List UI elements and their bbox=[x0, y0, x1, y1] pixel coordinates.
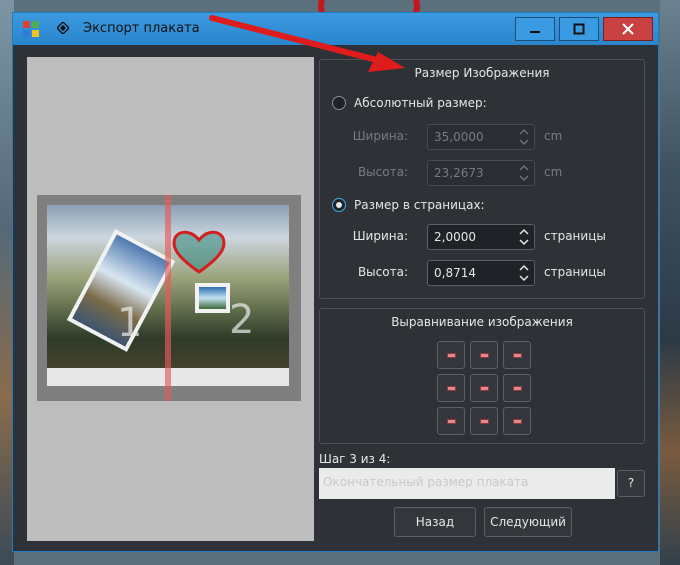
abs-height-spinbox[interactable]: 23,2673 bbox=[427, 160, 535, 186]
help-button[interactable]: ? bbox=[617, 470, 645, 497]
spin-arrows-icon[interactable] bbox=[518, 163, 530, 183]
align-marker-icon bbox=[513, 419, 522, 424]
back-button[interactable]: Назад bbox=[394, 507, 476, 537]
close-icon bbox=[622, 23, 634, 35]
align-marker-icon bbox=[447, 419, 456, 424]
absolute-size-label: Абсолютный размер: bbox=[354, 96, 487, 110]
pages-height-label: Высота: bbox=[357, 265, 408, 279]
spin-arrows-icon[interactable] bbox=[518, 127, 530, 147]
pages-width-unit: страницы bbox=[544, 229, 606, 243]
next-button[interactable]: Следующий bbox=[484, 507, 572, 537]
pages-width-spinbox[interactable]: 2,0000 bbox=[427, 224, 535, 250]
image-alignment-group: Выравнивание изображения bbox=[319, 308, 645, 444]
pages-height-spinbox[interactable]: 0,8714 bbox=[427, 260, 535, 286]
page-number-1: 1 bbox=[117, 300, 143, 346]
align-marker-icon bbox=[513, 386, 522, 391]
diamond-icon[interactable] bbox=[57, 22, 69, 34]
absolute-size-radio[interactable] bbox=[332, 96, 346, 110]
pages-height-unit: страницы bbox=[544, 265, 606, 279]
align-center-button[interactable] bbox=[470, 374, 498, 402]
align-marker-icon bbox=[480, 419, 489, 424]
pages-width-label: Ширина: bbox=[352, 229, 408, 243]
minimize-button[interactable] bbox=[515, 17, 555, 41]
align-marker-icon bbox=[480, 386, 489, 391]
align-top-right-button[interactable] bbox=[503, 341, 531, 369]
absolute-size-option[interactable]: Абсолютный размер: bbox=[332, 96, 487, 110]
abs-width-value: 35,0000 bbox=[434, 130, 484, 144]
image-alignment-title: Выравнивание изображения bbox=[391, 315, 573, 329]
spin-arrows-icon[interactable] bbox=[518, 227, 530, 247]
heart-frame-icon bbox=[172, 230, 226, 274]
photo-tile-small bbox=[199, 287, 226, 309]
image-size-group: Размер Изображения Абсолютный размер: Ши… bbox=[319, 59, 645, 299]
align-marker-icon bbox=[447, 353, 456, 358]
alignment-grid bbox=[437, 341, 531, 435]
title-bar[interactable]: Экспорт плаката bbox=[13, 13, 658, 45]
align-top-center-button[interactable] bbox=[470, 341, 498, 369]
page-divider bbox=[165, 195, 171, 401]
abs-height-unit: cm bbox=[544, 165, 563, 179]
abs-height-value: 23,2673 bbox=[434, 166, 484, 180]
poster-export-window: Экспорт плаката 1 2 Размер Изображения А… bbox=[12, 12, 659, 552]
pages-height-row: Высота: 0,8714 страницы bbox=[320, 260, 646, 286]
abs-width-label: Ширина: bbox=[352, 129, 408, 143]
align-bottom-right-button[interactable] bbox=[503, 407, 531, 435]
align-marker-icon bbox=[480, 353, 489, 358]
align-bottom-left-button[interactable] bbox=[437, 407, 465, 435]
pages-width-value: 2,0000 bbox=[434, 230, 476, 244]
align-middle-left-button[interactable] bbox=[437, 374, 465, 402]
spin-arrows-icon[interactable] bbox=[518, 263, 530, 283]
step-label: Шаг 3 из 4: bbox=[319, 452, 391, 466]
align-middle-right-button[interactable] bbox=[503, 374, 531, 402]
abs-height-label: Высота: bbox=[357, 165, 408, 179]
abs-width-row: Ширина: 35,0000 cm bbox=[320, 124, 646, 150]
minimize-icon bbox=[530, 31, 540, 33]
pages-size-option[interactable]: Размер в страницах: bbox=[332, 198, 485, 212]
abs-width-unit: cm bbox=[544, 129, 563, 143]
close-button[interactable] bbox=[603, 17, 653, 41]
abs-width-spinbox[interactable]: 35,0000 bbox=[427, 124, 535, 150]
page-number-2: 2 bbox=[229, 297, 255, 343]
window-title: Экспорт плаката bbox=[83, 21, 200, 36]
abs-height-row: Высота: 23,2673 cm bbox=[320, 160, 646, 186]
pages-height-value: 0,8714 bbox=[434, 266, 476, 280]
pages-width-row: Ширина: 2,0000 страницы bbox=[320, 224, 646, 250]
pages-size-label: Размер в страницах: bbox=[354, 198, 485, 212]
maximize-button[interactable] bbox=[559, 17, 599, 41]
step-description: Окончательный размер плаката bbox=[319, 468, 615, 499]
desktop-wallpaper-right bbox=[660, 0, 680, 565]
align-top-left-button[interactable] bbox=[437, 341, 465, 369]
poster-frame: 1 2 bbox=[37, 195, 301, 401]
pages-size-radio[interactable] bbox=[332, 198, 346, 212]
app-icon[interactable] bbox=[23, 21, 39, 37]
poster-preview: 1 2 bbox=[27, 57, 314, 541]
image-size-title: Размер Изображения bbox=[414, 66, 550, 80]
align-marker-icon bbox=[513, 353, 522, 358]
align-marker-icon bbox=[447, 386, 456, 391]
align-bottom-center-button[interactable] bbox=[470, 407, 498, 435]
maximize-icon bbox=[573, 23, 585, 35]
